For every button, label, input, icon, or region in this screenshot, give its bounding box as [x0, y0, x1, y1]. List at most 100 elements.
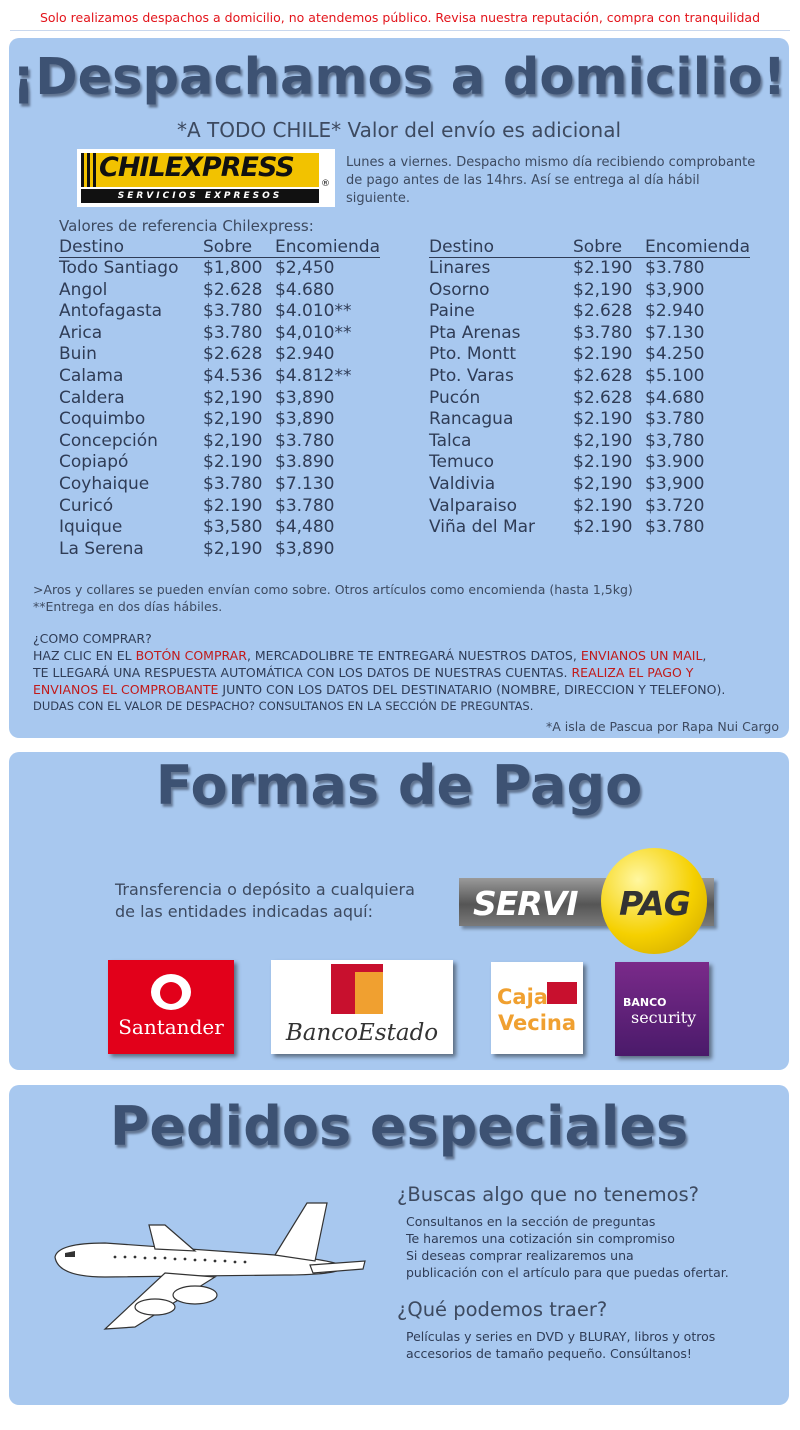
chilexpress-logo-word: CHILEXPRESS	[99, 152, 295, 183]
rate-row: Osorno $2,190 $3,900	[429, 280, 750, 302]
payment-text: Transferencia o depósito a cualquiera de…	[115, 879, 415, 923]
how-line-4: DUDAS CON EL VALOR DE DESPACHO? CONSULTA…	[33, 699, 534, 713]
rate-row: Caldera $2,190 $3,890	[59, 388, 380, 410]
rate-row: Temuco $2.190 $3.900	[429, 452, 750, 474]
registered-mark: ®	[321, 179, 330, 189]
rate-row: Pucón $2.628 $4.680	[429, 388, 750, 410]
rate-cell-encomienda: $7.130	[645, 322, 705, 343]
rate-cell-encomienda: $2.940	[645, 301, 705, 322]
rate-row: Talca $2,190 $3,780	[429, 431, 750, 453]
reference-caption: Valores de referencia Chilexpress:	[59, 217, 314, 235]
rate-cell-destino: Concepción	[59, 430, 158, 451]
rate-cell-encomienda: $5.100	[645, 365, 705, 386]
payment-text-line-2: de las entidades indicadas aquí:	[115, 902, 373, 921]
rate-cell-sobre: $2,190	[573, 430, 633, 451]
rate-cell-sobre: $2.628	[203, 344, 263, 365]
rate-cell-destino: Angol	[59, 279, 108, 300]
header-sobre: Sobre	[203, 237, 275, 258]
rate-cell-sobre: $2.190	[573, 495, 633, 516]
rate-cell-destino: Todo Santiago	[59, 258, 179, 278]
rate-row: Coyhaique $3.780 $7.130	[59, 474, 380, 496]
rate-cell-destino: Buin	[59, 344, 97, 365]
rate-cell-encomienda: $3.890	[275, 452, 335, 473]
rate-row: Antofagasta $3.780 $4.010**	[59, 301, 380, 323]
chilexpress-logo-tagline: SERVICIOS EXPRESOS	[81, 189, 319, 203]
rate-cell-encomienda: $2,450	[275, 258, 335, 278]
chilexpress-logo: CHILEXPRESS SERVICIOS EXPRESOS ®	[77, 149, 335, 207]
cajavecina-name: Caja Vecina	[497, 985, 577, 1035]
rate-cell-sobre: $2,190	[203, 430, 263, 451]
rate-cell-sobre: $2.190	[573, 258, 633, 278]
rate-cell-sobre: $2,190	[203, 387, 263, 408]
rate-cell-encomienda: $3.780	[645, 409, 705, 430]
rate-cell-sobre: $2.190	[573, 517, 633, 538]
rate-cell-destino: Linares	[429, 258, 491, 278]
special-orders-panel: Pedidos especiales ¿Buscas algo que no t…	[9, 1085, 789, 1405]
rate-cell-encomienda: $3.780	[275, 430, 335, 451]
santander-name: Santander	[118, 1015, 224, 1039]
rate-cell-sobre: $2,190	[203, 538, 263, 559]
rate-cell-destino: Coyhaique	[59, 473, 150, 494]
rate-cell-sobre: $2.628	[203, 279, 263, 300]
rate-cell-sobre: $2.190	[203, 495, 263, 516]
send-receipt-mention: ENVIANOS EL COMPROBANTE	[33, 682, 219, 697]
header-destino: Destino	[59, 237, 203, 258]
rate-row: La Serena $2,190 $3,890	[59, 539, 380, 561]
rate-cell-encomienda: $4,010**	[275, 322, 352, 343]
rate-cell-encomienda: $3,890	[275, 387, 335, 408]
servipag-logo: SERVI PAG	[459, 848, 714, 954]
rate-cell-sobre: $2,190	[203, 409, 263, 430]
rate-row: Valparaiso $2.190 $3.720	[429, 496, 750, 518]
rate-cell-sobre: $4.536	[203, 365, 263, 386]
rate-cell-encomienda: $3,890	[275, 409, 335, 430]
rate-cell-sobre: $3.780	[573, 322, 633, 343]
rate-row: Valdivia $2,190 $3,900	[429, 474, 750, 496]
header-encomienda: Encomienda	[645, 237, 750, 258]
rate-cell-encomienda: $4.010**	[275, 301, 352, 322]
payment-text-line-1: Transferencia o depósito a cualquiera	[115, 880, 415, 899]
how-line-1: HAZ CLIC EN EL BOTÓN COMPRAR, MERCADOLIB…	[33, 648, 707, 663]
note-two-days: **Entrega en dos días hábiles.	[33, 599, 223, 614]
payment-panel: Formas de Pago Transferencia o depósito …	[9, 752, 789, 1070]
header-sobre: Sobre	[573, 237, 645, 258]
rate-cell-destino: Caldera	[59, 387, 125, 408]
payment-title: Formas de Pago	[155, 754, 643, 817]
rate-cell-destino: Calama	[59, 365, 124, 386]
rate-cell-sobre: $2.190	[573, 344, 633, 365]
rate-row: Linares $2.190 $3.780	[429, 258, 750, 280]
send-mail-mention: ENVIANOS UN MAIL	[580, 648, 703, 663]
rate-cell-destino: Arica	[59, 322, 103, 343]
rate-cell-encomienda: $3.780	[645, 258, 705, 278]
rate-row: Copiapó $2.190 $3.890	[59, 452, 380, 474]
rate-cell-encomienda: $3.720	[645, 495, 705, 516]
rate-cell-encomienda: $3.900	[645, 452, 705, 473]
special-answer-2: Películas y series en DVD y BLURAY, libr…	[406, 1329, 716, 1361]
rate-cell-destino: Talca	[429, 430, 472, 451]
pay-mention: REALIZA EL PAGO Y	[571, 665, 694, 680]
shipping-panel: ¡Despachamos a domicilio! *A TODO CHILE*…	[9, 38, 789, 738]
rate-cell-encomienda: $3,900	[645, 473, 705, 494]
rate-cell-encomienda: $3,780	[645, 430, 705, 451]
rate-row: Buin $2.628 $2.940	[59, 344, 380, 366]
rate-row: Angol $2.628 $4.680	[59, 280, 380, 302]
rate-cell-destino: Valparaiso	[429, 495, 518, 516]
rate-row: Iquique $3,580 $4,480	[59, 517, 380, 539]
rate-cell-encomienda: $3.780	[645, 517, 705, 538]
rate-cell-encomienda: $3,890	[275, 538, 335, 559]
rate-cell-destino: Iquique	[59, 517, 123, 538]
how-line-3: ENVIANOS EL COMPROBANTE JUNTO CON LOS DA…	[33, 682, 726, 697]
rate-cell-sobre: $3.780	[203, 301, 263, 322]
rate-cell-sobre: $2.628	[573, 387, 633, 408]
rate-cell-destino: Pucón	[429, 387, 481, 408]
rate-row: Concepción $2,190 $3.780	[59, 431, 380, 453]
rate-cell-encomienda: $3.780	[275, 495, 335, 516]
rate-cell-encomienda: $4.250	[645, 344, 705, 365]
rate-cell-sobre: $2.190	[573, 452, 633, 473]
note-sobre: >Aros y collares se pueden envían como s…	[33, 582, 633, 597]
security-name-2: security	[631, 1008, 697, 1027]
rate-cell-sobre: $1,800	[203, 258, 263, 278]
header-encomienda: Encomienda	[275, 237, 380, 258]
rate-row: Rancagua $2.190 $3.780	[429, 409, 750, 431]
rate-cell-destino: Antofagasta	[59, 301, 163, 322]
rate-cell-sobre: $2,190	[573, 279, 633, 300]
